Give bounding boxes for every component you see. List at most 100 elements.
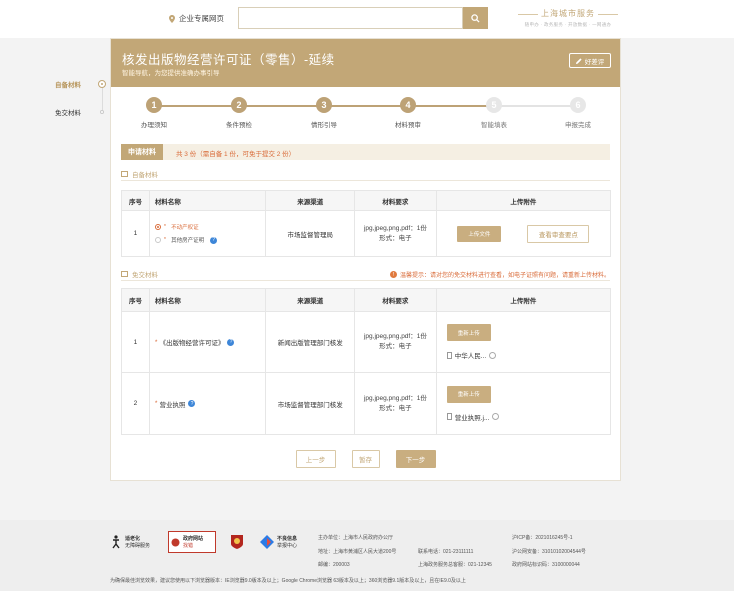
check-icon	[489, 351, 497, 359]
self-materials-label: 自备材料	[132, 172, 158, 179]
footer: 适老化 无障碍服务 政府网站 找错 不良信息 举报中心 主办单位：上海市人民政府…	[0, 520, 734, 591]
gov-site-error-logo[interactable]: 政府网站 找错	[168, 531, 216, 553]
step-5: 5 智能填表	[464, 97, 524, 129]
file-name: 中华人民...	[454, 353, 487, 360]
source-channel: 新闻出版管理部门核发	[265, 312, 354, 372]
top-bar: 企业专属网页 上海城市服务 随申办 · 政务服务 · 开放数据 · 一网通办	[0, 0, 734, 38]
step-label: 条件预检	[226, 122, 252, 129]
elderly-friendly-logo[interactable]: 适老化 无障碍服务	[110, 531, 160, 553]
footer-icp[interactable]: 沪ICP备：2021016245号-1	[512, 534, 573, 541]
action-buttons: 上一步 暂存 下一步	[111, 450, 620, 468]
help-icon[interactable]: ?	[227, 338, 235, 346]
radio-button	[154, 224, 161, 230]
report-center-icon	[260, 535, 274, 549]
upload-cell: 重新上传 中华人民...	[435, 312, 610, 372]
logo-title: 适老化	[125, 536, 141, 542]
view-review-points-button[interactable]: 查看审查要点	[527, 224, 590, 243]
col-header-no: 序号	[128, 298, 142, 305]
side-nav-label: 自备材料	[55, 82, 81, 89]
materials-header: 申请材料 共 3 份（需自备 1 份，可免于提交 2 份）	[121, 144, 610, 160]
reupload-button[interactable]: 重新上传	[446, 385, 491, 403]
footer-police-record[interactable]: 沪公网安备：31010102004544号	[512, 548, 586, 555]
accessibility-icon	[112, 535, 120, 549]
next-step-button[interactable]: 下一步	[395, 450, 436, 468]
material-name: 《出版物经营许可证》	[159, 340, 225, 347]
step-2: 2 条件预检	[209, 97, 269, 129]
col-header-requirement: 材料要求	[354, 289, 436, 311]
material-name-cell: * 营业执照 ?	[148, 373, 266, 434]
row-number: 1	[133, 230, 138, 237]
brand-logo: 上海城市服务 随申办 · 政务服务 · 开放数据 · 一网通办	[515, 8, 621, 28]
enterprise-home-link[interactable]: 企业专属网页	[169, 13, 224, 24]
side-nav-dot	[98, 80, 106, 88]
brand-divider	[598, 14, 618, 15]
radio-property-certificate[interactable]: * 不动产权证	[154, 223, 217, 231]
materials-tab[interactable]: 申请材料	[121, 144, 163, 160]
col-header-source: 来源渠道	[265, 289, 354, 311]
table-header: 序号 材料名称 来源渠道 材料要求 上传附件	[122, 289, 610, 311]
logo-subtitle: 找错	[183, 543, 194, 549]
gov-site-text: 政府网站 找错	[183, 535, 203, 549]
uploaded-file[interactable]: 中华人民...	[446, 350, 497, 360]
upload-column: 重新上传 营业执照.j...	[446, 385, 500, 422]
side-nav-self-materials[interactable]: 自备材料	[40, 70, 110, 98]
bad-info-report-logo[interactable]: 不良信息 举报中心	[260, 531, 308, 553]
material-name-cell: * 《出版物经营许可证》 ?	[148, 312, 266, 372]
step-4: 4 材料预审	[378, 97, 438, 129]
exempt-materials-table: 序号 材料名称 来源渠道 材料要求 上传附件 1 * 《出版物经营许可证》 ? …	[121, 288, 611, 435]
uploaded-file[interactable]: 营业执照.j...	[446, 412, 500, 422]
prev-step-button[interactable]: 上一步	[295, 450, 336, 468]
help-icon[interactable]: ?	[188, 400, 196, 407]
evaluation-button[interactable]: 好差评	[569, 53, 611, 68]
help-icon[interactable]: ?	[210, 236, 218, 244]
upload-file-button[interactable]: 上传文件	[457, 225, 502, 242]
step-label: 申报完成	[565, 122, 591, 129]
table-row: 1 * 《出版物经营许可证》 ? 新闻出版管理部门核发 jpg,jpeg,png…	[122, 311, 610, 372]
requirement-form: 形式：电子	[379, 343, 412, 350]
radio-other-property-proof[interactable]: * 其他房产证明 ?	[154, 236, 218, 244]
step-number: 6	[570, 97, 586, 113]
table-header: 序号 材料名称 来源渠道 材料要求 上传附件	[122, 191, 610, 210]
file-icon	[446, 413, 452, 420]
requirement-format: jpg,jpeg,png,pdf：1份	[363, 394, 427, 402]
material-requirement: jpg,jpeg,png,pdf：1份 形式：电子	[354, 211, 436, 256]
hero-banner: 核发出版物经营许可证（零售）-延续 智能导航，为您提供准确办事引导 好差评	[111, 39, 620, 87]
step-label: 智能填表	[481, 122, 507, 129]
footer-address: 地址：上海市黄浦区人民大道200号	[318, 549, 397, 555]
material-options: * 不动产权证 * 其他房产证明 ?	[148, 211, 266, 256]
logo-title: 不良信息	[277, 536, 298, 542]
save-draft-button[interactable]: 暂存	[351, 450, 380, 468]
row-number: 2	[133, 400, 138, 407]
step-number: 5	[486, 97, 502, 113]
location-pin-icon	[169, 14, 175, 23]
exempt-materials-label: 免交材料	[132, 272, 158, 279]
source-channel: 市场监督管理局	[265, 211, 354, 256]
required-star: *	[154, 338, 158, 346]
step-6: 6 申报完成	[548, 97, 608, 129]
required-star: *	[163, 224, 167, 230]
side-nav-dot	[100, 110, 104, 114]
col-header-no: 序号	[128, 198, 142, 206]
search-input[interactable]	[238, 7, 463, 29]
footer-postcode: 邮编：200003	[318, 562, 350, 568]
step-label: 情形引导	[311, 122, 337, 129]
table-row: 2 * 营业执照 ? 市场监督管理部门核发 jpg,jpeg,png,pdf：1…	[122, 372, 610, 434]
requirement-form: 形式：电子	[379, 404, 412, 412]
footer-host: 主办单位：上海市人民政府办公厅	[318, 535, 394, 541]
search-button[interactable]	[463, 7, 488, 29]
warning-icon: !	[389, 271, 397, 278]
exempt-tip: ! 温馨提示：请对您的免交材料进行查看，如电子证照有问题，请重新上传材料。	[389, 270, 610, 279]
material-radio-group: * 不动产权证 * 其他房产证明 ?	[154, 223, 218, 244]
side-nav-exempt-materials[interactable]: 免交材料	[40, 98, 110, 126]
requirement-form: 形式：电子	[379, 234, 412, 242]
tip-text: 温馨提示：请对您的免交材料进行查看，如电子证照有问题，请重新上传材料。	[399, 273, 610, 279]
step-number: 2	[231, 97, 247, 113]
step-label: 材料预审	[395, 122, 421, 129]
material-requirement: jpg,jpeg,png,pdf：1份 形式：电子	[354, 312, 436, 372]
footer-browser-note: 为确保最佳浏览效果，建议您使用以下浏览器版本：IE浏览器9.0版本及以上；Goo…	[110, 578, 466, 584]
progress-steps: 1 办理须知 2 条件预检 3 情形引导 4 材料预审 5 智能填表 6 申报完…	[111, 97, 620, 131]
party-emblem-logo[interactable]	[230, 531, 246, 553]
material-requirement: jpg,jpeg,png,pdf：1份 形式：电子	[354, 373, 436, 434]
step-number: 4	[400, 97, 416, 113]
reupload-button[interactable]: 重新上传	[446, 324, 491, 341]
